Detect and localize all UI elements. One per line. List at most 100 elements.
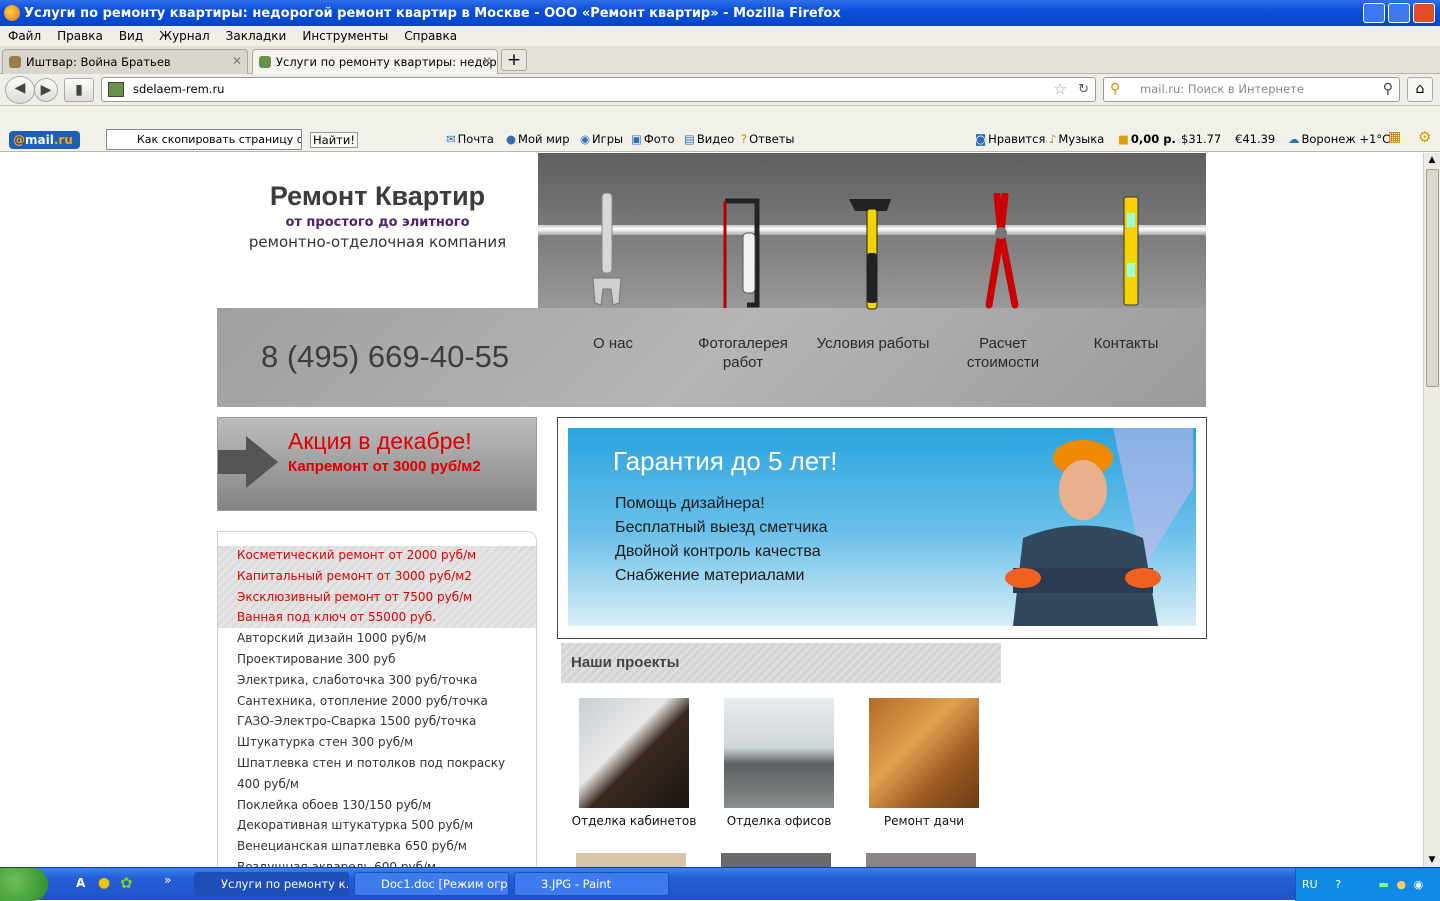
- tab-close-icon[interactable]: ✕: [482, 54, 492, 68]
- price-item[interactable]: Шпатлевка стен и потолков под покраску 4…: [237, 753, 527, 795]
- menu-edit[interactable]: Правка: [49, 29, 111, 43]
- project-caption[interactable]: Отделка кабинетов: [561, 814, 707, 828]
- nav-contacts[interactable]: Контакты: [1066, 334, 1186, 353]
- price-item[interactable]: Авторский дизайн 1000 руб/м: [237, 628, 527, 649]
- project-card[interactable]: Отделка офисов: [706, 698, 852, 828]
- price-item[interactable]: Ванная под ключ от 55000 руб.: [237, 607, 527, 628]
- price-item[interactable]: Венецианская шпатлевка 650 руб/м: [237, 836, 527, 857]
- menu-help[interactable]: Справка: [396, 29, 465, 43]
- close-button[interactable]: [1413, 3, 1435, 23]
- new-tab-button[interactable]: +: [501, 49, 527, 71]
- home-button[interactable]: ⌂: [1407, 77, 1433, 102]
- menu-view[interactable]: Вид: [111, 29, 151, 43]
- project-image[interactable]: [721, 853, 831, 867]
- search-engine-icon[interactable]: ⚲: [1110, 78, 1120, 101]
- reload-icon[interactable]: ↻: [1078, 78, 1089, 101]
- project-card[interactable]: Отделка кабинетов: [561, 698, 707, 828]
- tab-1[interactable]: Иштвар: Война Братьев ✕: [2, 49, 248, 74]
- project-image[interactable]: [579, 698, 689, 808]
- mail-search-field[interactable]: Как скопировать страницу с: [106, 129, 302, 150]
- scroll-up-icon[interactable]: ▲: [1425, 153, 1439, 167]
- help-icon[interactable]: ?: [1335, 878, 1341, 891]
- project-card[interactable]: Ремонт дачи: [851, 698, 997, 828]
- nav-pricing[interactable]: Расчет стоимости: [943, 334, 1063, 372]
- price-item[interactable]: Электрика, слаботочка 300 руб/точка: [237, 670, 527, 691]
- url-bar[interactable]: sdelaem-rem.ru ☆ ↻: [101, 77, 1096, 102]
- task-firefox[interactable]: Услуги по ремонту к...: [194, 872, 349, 896]
- task-word[interactable]: Doc1.doc [Режим огр...: [354, 872, 509, 896]
- network-icon[interactable]: ●: [1396, 878, 1406, 891]
- photo-link[interactable]: ▣ Фото: [631, 132, 675, 146]
- price-item[interactable]: Декоративная штукатурка 500 руб/м: [237, 815, 527, 836]
- search-icon[interactable]: ⚲: [1383, 78, 1393, 101]
- search-box[interactable]: ⚲ mail.ru: Поиск в Интернете ⚲: [1103, 77, 1400, 102]
- price-item[interactable]: Воздушная акварель 600 руб/м: [237, 857, 527, 867]
- apps-icon[interactable]: ▦: [1388, 129, 1401, 145]
- start-button[interactable]: [0, 868, 48, 901]
- price-item[interactable]: Косметический ремонт от 2000 руб/м: [237, 545, 527, 566]
- level-icon[interactable]: [1120, 193, 1144, 313]
- project-image[interactable]: [576, 853, 686, 867]
- tab-close-icon[interactable]: ✕: [232, 54, 242, 68]
- wrench-icon[interactable]: [589, 193, 625, 313]
- eur-rate[interactable]: €41.39: [1235, 132, 1275, 146]
- price-item[interactable]: ГАЗО-Электро-Сварка 1500 руб/точка: [237, 711, 527, 732]
- scroll-down-icon[interactable]: ▼: [1425, 853, 1439, 867]
- music-link[interactable]: ♪ Музыка: [1049, 132, 1104, 146]
- nav-conditions[interactable]: Условия работы: [813, 334, 933, 353]
- price-item[interactable]: Капитальный ремонт от 3000 руб/м2: [237, 566, 527, 587]
- quicklaunch-more-icon[interactable]: »: [164, 873, 171, 887]
- menu-tools[interactable]: Инструменты: [294, 29, 396, 43]
- like-link[interactable]: ◙ Нравится: [975, 132, 1045, 146]
- settings-gear-icon[interactable]: ⚙: [1418, 128, 1431, 146]
- icq-icon[interactable]: ✿: [120, 874, 133, 892]
- promo-banner[interactable]: Акция в декабре! Капремонт от 3000 руб/м…: [217, 417, 537, 511]
- project-image[interactable]: [869, 698, 979, 808]
- usd-rate[interactable]: $31.77: [1181, 132, 1221, 146]
- quicklaunch-a-icon[interactable]: A: [76, 876, 85, 890]
- price-item[interactable]: Штукатурка стен 300 руб/м: [237, 732, 527, 753]
- mail-link[interactable]: ✉ Почта: [446, 132, 494, 146]
- price-item[interactable]: Проектирование 300 руб: [237, 649, 527, 670]
- weather[interactable]: ☁ Воронеж +1°C: [1288, 132, 1390, 146]
- minimize-button[interactable]: [1363, 3, 1385, 23]
- price-item[interactable]: Сантехника, отопление 2000 руб/точка: [237, 691, 527, 712]
- project-image[interactable]: [866, 853, 976, 867]
- banner-item: Помощь дизайнера!: [615, 495, 765, 512]
- balance[interactable]: ■ 0,00 р.: [1118, 132, 1176, 146]
- project-caption[interactable]: Ремонт дачи: [851, 814, 997, 828]
- hammer-icon[interactable]: [847, 193, 897, 313]
- forward-button[interactable]: ▶: [34, 78, 58, 102]
- bookmark-star-icon[interactable]: ☆: [1054, 78, 1067, 101]
- mailru-logo[interactable]: @mail.ru: [9, 131, 80, 149]
- nav-gallery[interactable]: Фотогалерея работ: [683, 334, 803, 372]
- task-paint[interactable]: 3.JPG - Paint: [514, 872, 669, 896]
- scrollbar-thumb[interactable]: [1426, 169, 1439, 387]
- my-world-link[interactable]: ● Мой мир: [506, 132, 570, 146]
- hacksaw-icon[interactable]: [717, 193, 767, 313]
- answers-link[interactable]: ? Ответы: [741, 132, 795, 146]
- find-button[interactable]: Найти!: [310, 132, 358, 148]
- guarantee-banner[interactable]: Гарантия до 5 лет! Помощь дизайнера! Бес…: [568, 428, 1196, 626]
- price-item[interactable]: Поклейка обоев 130/150 руб/м: [237, 795, 527, 816]
- language-indicator[interactable]: RU: [1302, 878, 1318, 891]
- menu-file[interactable]: Файл: [0, 29, 49, 43]
- vertical-scrollbar[interactable]: ▲ ▼: [1423, 153, 1440, 867]
- chrome-icon[interactable]: ●: [98, 875, 110, 891]
- maximize-button[interactable]: [1388, 3, 1410, 23]
- project-caption[interactable]: Отделка офисов: [706, 814, 852, 828]
- menu-bookmarks[interactable]: Закладки: [218, 29, 295, 43]
- games-link[interactable]: ◉ Игры: [580, 132, 623, 146]
- back-button[interactable]: ◀: [5, 76, 35, 104]
- site-logo[interactable]: Ремонт Квартир от простого до элитного р…: [217, 153, 538, 308]
- video-link[interactable]: ▤ Видео: [684, 132, 734, 146]
- menu-history[interactable]: Журнал: [151, 29, 218, 43]
- price-item[interactable]: Эксклюзивный ремонт от 7500 руб/м: [237, 587, 527, 608]
- tab-2[interactable]: Услуги по ремонту квартиры: недорог... ✕: [252, 49, 498, 74]
- volume-icon[interactable]: ◉: [1414, 878, 1424, 891]
- battery-icon[interactable]: ▬: [1379, 878, 1389, 891]
- pliers-icon[interactable]: [977, 193, 1027, 313]
- project-image[interactable]: [724, 698, 834, 808]
- nav-about[interactable]: О нас: [553, 334, 673, 353]
- stats-icon[interactable]: ▮: [64, 78, 94, 102]
